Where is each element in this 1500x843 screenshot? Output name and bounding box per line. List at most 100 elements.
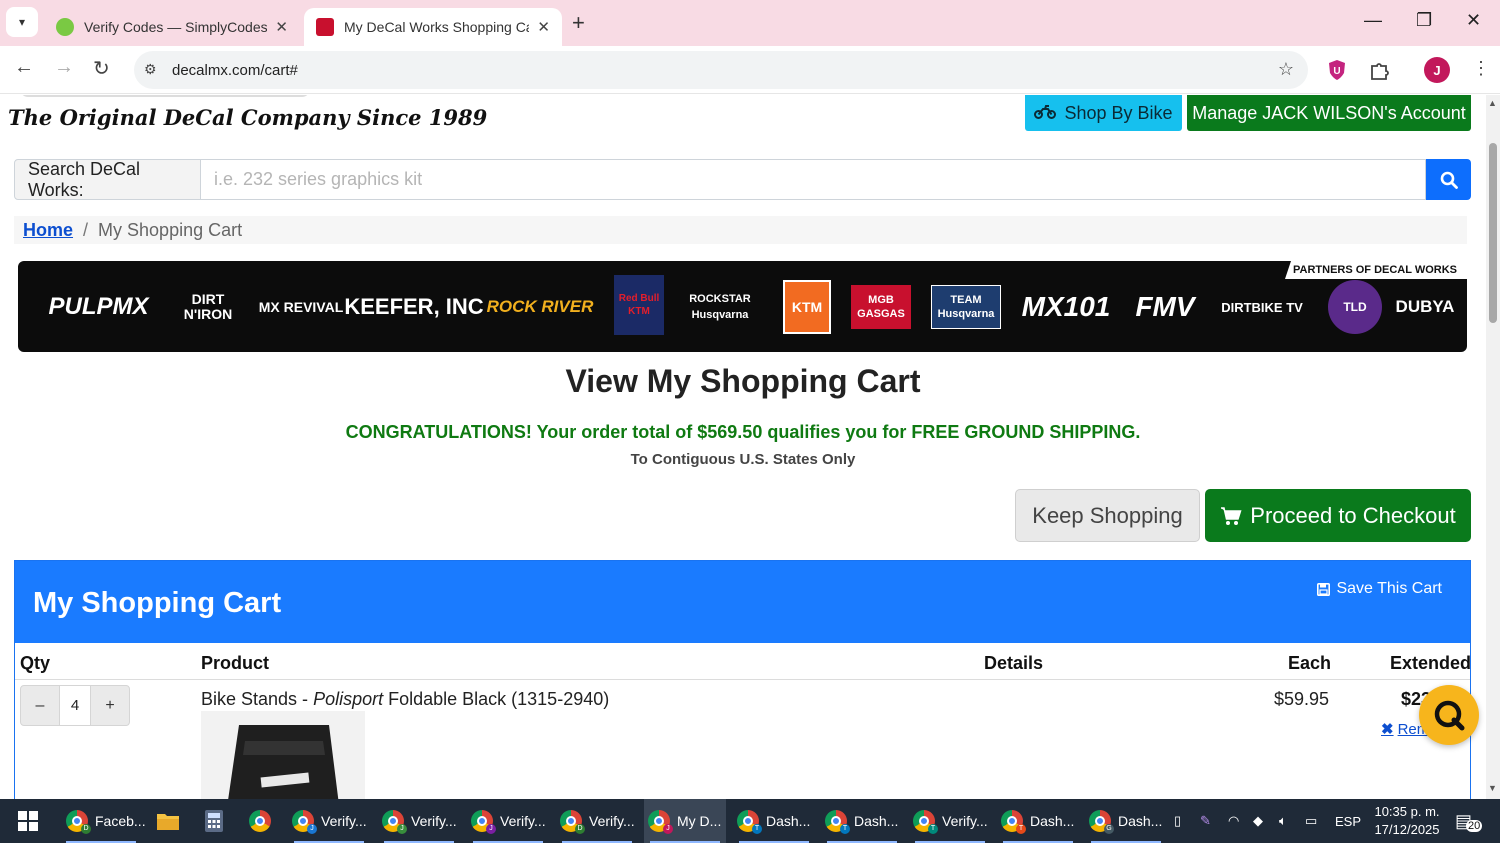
network-icon[interactable]: ◠ — [1228, 799, 1239, 843]
taskbar-chrome-window[interactable]: D Faceb... — [60, 799, 146, 843]
back-arrow-icon[interactable]: ← — [14, 56, 34, 79]
address-bar[interactable]: ⚙ decalmx.com/cart# ☆ — [134, 51, 1308, 89]
taskbar-label: Verify... — [321, 813, 367, 829]
page-scrollbar[interactable]: ▲ ▼ — [1486, 95, 1500, 799]
chrome-icon: D — [66, 810, 91, 834]
profile-badge: J — [397, 824, 407, 834]
partner-logo-fmv[interactable]: FMV — [1126, 275, 1204, 339]
partner-logo-team-husqvarna[interactable]: TEAM Husqvarna — [931, 285, 1001, 329]
windows-logo-icon — [18, 811, 38, 831]
taskbar-file-explorer[interactable] — [152, 799, 184, 843]
decrease-qty-button[interactable]: – — [20, 685, 60, 726]
proceed-to-checkout-button[interactable]: Proceed to Checkout — [1205, 489, 1471, 542]
partner-logo-mx-revival[interactable]: MX REVIVAL — [252, 275, 350, 339]
bookmark-star-icon[interactable]: ☆ — [1278, 59, 1294, 80]
taskbar-chrome-window[interactable]: J Verify... — [378, 799, 460, 843]
partner-logo-dubya[interactable]: DUBYA — [1392, 275, 1458, 339]
shop-by-bike-button[interactable]: Shop By Bike — [1025, 95, 1182, 131]
minimize-icon[interactable]: — — [1364, 10, 1382, 31]
notifications-button[interactable]: ▤ 20 — [1455, 799, 1483, 843]
profile-initial: J — [1433, 62, 1441, 78]
volume-icon[interactable]: 🔈︎ — [1279, 799, 1287, 843]
partner-logo-mgb-gasgas[interactable]: MGB GASGAS — [851, 285, 911, 329]
partner-logo-tld[interactable]: TLD — [1328, 280, 1382, 334]
product-name[interactable]: Bike Stands - Polisport Foldable Black (… — [201, 689, 609, 710]
restore-icon[interactable]: ❐ — [1416, 10, 1432, 31]
ublock-extension-icon[interactable]: U — [1327, 59, 1347, 86]
taskbar-chrome-window[interactable]: T Dash... — [997, 799, 1079, 843]
partner-logo-redbull-ktm[interactable]: Red Bull KTM — [614, 275, 664, 335]
product-image[interactable] — [201, 711, 365, 799]
kebab-menu-icon[interactable]: ⋮ — [1472, 58, 1490, 79]
column-header-details: Details — [984, 653, 1044, 673]
increase-qty-button[interactable]: + — [90, 685, 130, 726]
partner-logo-pulpmx[interactable]: PULPMX — [36, 275, 161, 339]
taskbar-chrome-window[interactable]: T Verify... — [909, 799, 991, 843]
taskbar-chrome-window[interactable]: G Dash... — [1085, 799, 1167, 843]
partner-logo-dirt-n-iron[interactable]: DIRT N'IRON — [173, 275, 243, 339]
url-text[interactable]: decalmx.com/cart# — [172, 62, 298, 79]
taskbar-label: Verify... — [411, 813, 457, 829]
qty-value[interactable]: 4 — [60, 685, 90, 726]
chat-widget-button[interactable] — [1419, 685, 1479, 745]
remove-x-icon: ✖ — [1381, 721, 1394, 738]
site-settings-icon[interactable]: ⚙ — [144, 61, 157, 78]
battery-icon[interactable]: ▭ — [1305, 799, 1317, 843]
language-indicator[interactable]: ESP — [1335, 799, 1361, 843]
cart-title: My Shopping Cart — [33, 587, 282, 619]
partner-logo-mx101[interactable]: MX101 — [1018, 275, 1114, 339]
close-tab-icon[interactable]: ✕ — [537, 18, 550, 36]
web-page: The Original DeCal Company Since 1989 Sh… — [0, 95, 1486, 799]
tab-simplycodes[interactable]: Verify Codes — SimplyCodes ✕ — [44, 8, 300, 46]
partner-logo-dirtbike-tv[interactable]: DIRTBIKE TV — [1214, 275, 1310, 339]
header-divider — [15, 679, 1470, 680]
start-button[interactable] — [8, 799, 48, 843]
taskbar-chrome-window[interactable]: J Verify... — [288, 799, 370, 843]
shop-by-bike-label: Shop By Bike — [1064, 102, 1173, 123]
breadcrumb-home-link[interactable]: Home — [23, 220, 73, 241]
save-cart-link[interactable]: Save This Cart — [1317, 580, 1442, 598]
search-button[interactable] — [1426, 159, 1471, 200]
keep-shopping-button[interactable]: Keep Shopping — [1015, 489, 1200, 542]
manage-account-button[interactable]: Manage JACK WILSON's Account — [1187, 95, 1471, 131]
partner-logo-rockstar-husqvarna[interactable]: ROCKSTAR Husqvarna — [680, 275, 760, 339]
taskbar-chrome-window-active[interactable]: J My D... — [644, 799, 726, 843]
scroll-up-icon[interactable]: ▲ — [1488, 98, 1497, 108]
scroll-down-icon[interactable]: ▼ — [1488, 783, 1497, 793]
system-clock[interactable]: 10:35 p. m. 17/12/2025 — [1372, 803, 1442, 839]
calculator-icon — [205, 810, 223, 832]
tab-search-button[interactable]: ▾ — [6, 7, 38, 37]
taskbar-chrome-window[interactable]: J Verify... — [467, 799, 549, 843]
taskbar-label: Verify... — [500, 813, 546, 829]
chat-icon — [1434, 700, 1465, 731]
profile-badge: G — [1104, 824, 1114, 834]
profile-avatar[interactable]: J — [1424, 57, 1450, 83]
extensions-puzzle-icon[interactable] — [1368, 59, 1390, 86]
close-tab-icon[interactable]: ✕ — [275, 18, 288, 36]
new-tab-plus-icon[interactable]: + — [572, 10, 585, 36]
profile-badge: J — [486, 824, 496, 834]
close-window-icon[interactable]: ✕ — [1466, 10, 1481, 31]
taskbar-chrome[interactable] — [244, 799, 276, 843]
tab-decal-cart[interactable]: My DeCal Works Shopping Cart ✕ — [304, 8, 562, 46]
taskbar-calculator[interactable] — [198, 799, 230, 843]
search-input[interactable] — [201, 159, 1426, 200]
forward-arrow-icon[interactable]: → — [54, 56, 74, 79]
reload-icon[interactable]: ↻ — [93, 56, 110, 81]
scrollbar-thumb[interactable] — [1489, 143, 1497, 323]
usb-icon[interactable]: ▯ — [1174, 799, 1181, 843]
breadcrumb: Home / My Shopping Cart — [14, 216, 1467, 244]
chrome-icon: G — [1089, 810, 1114, 834]
taskbar-chrome-window[interactable]: D Verify... — [556, 799, 638, 843]
checkout-label: Proceed to Checkout — [1250, 502, 1456, 528]
chrome-icon: J — [648, 810, 673, 834]
partner-logo-ktm[interactable]: KTM — [783, 280, 831, 334]
taskbar-chrome-window[interactable]: T Dash... — [733, 799, 815, 843]
taskbar-chrome-window[interactable]: T Dash... — [821, 799, 903, 843]
column-header-each: Each — [1288, 653, 1332, 673]
security-shield-icon[interactable]: ◆ — [1253, 799, 1263, 843]
search-icon — [1440, 171, 1458, 189]
pen-icon[interactable]: ✎ — [1200, 799, 1211, 843]
partner-logo-rock-river[interactable]: ROCK RIVER — [480, 275, 600, 339]
partner-logo-keefer[interactable]: KEEFER, INC — [344, 275, 483, 339]
